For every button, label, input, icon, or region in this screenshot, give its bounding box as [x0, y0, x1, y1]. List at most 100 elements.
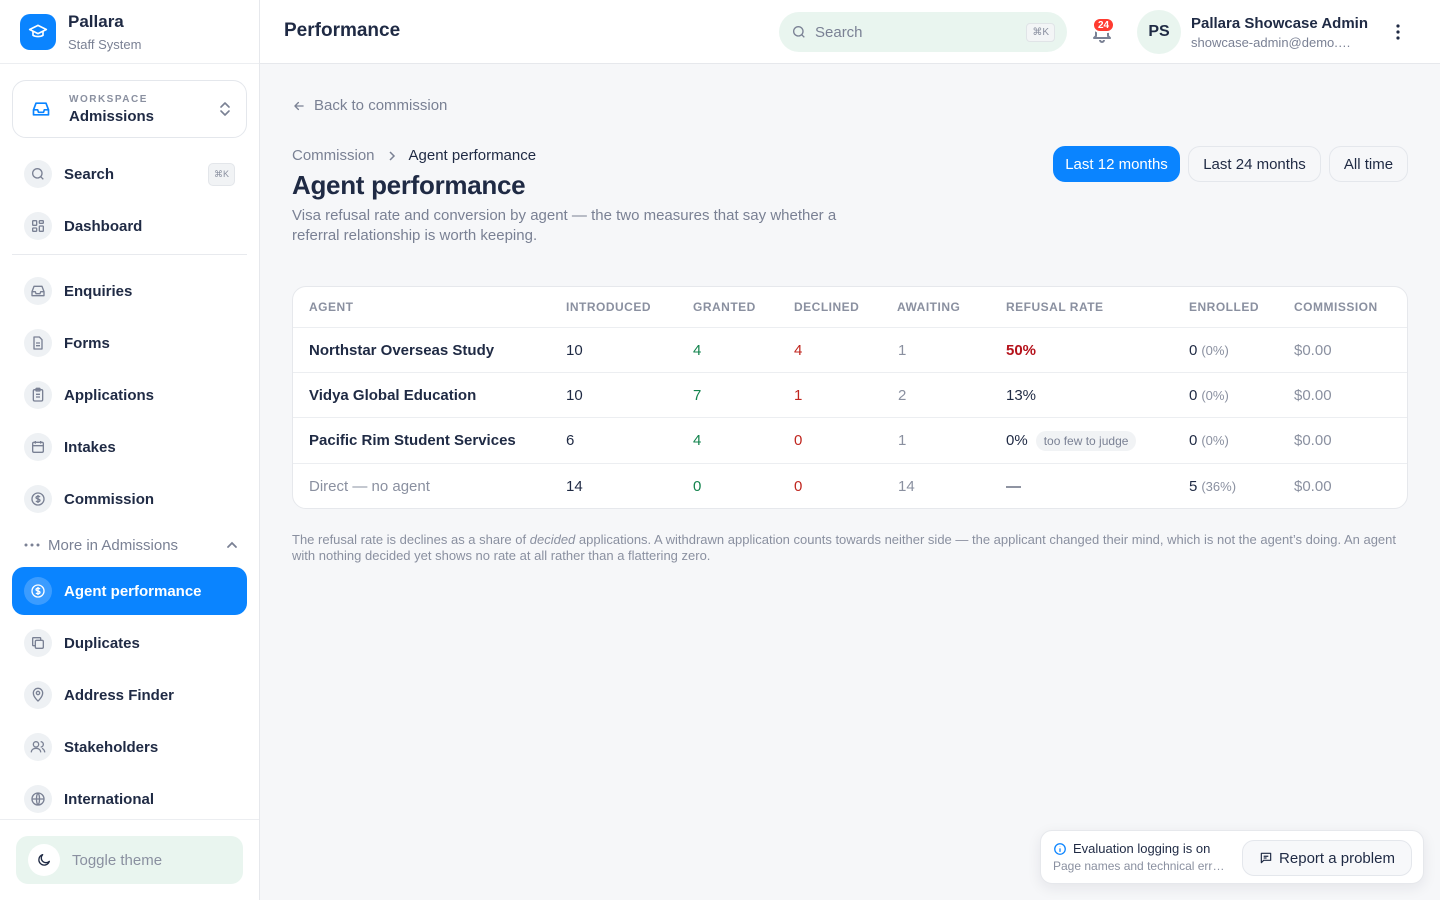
workspace-switcher[interactable]: WORKSPACE Admissions	[12, 80, 247, 138]
more-vertical-icon[interactable]	[1388, 22, 1408, 42]
enrolled-cell: 0 (0%)	[1189, 328, 1229, 372]
user-email: showcase-admin@demo.pallara.app	[1191, 35, 1351, 50]
column-header-introduced: INTRODUCED	[566, 300, 651, 314]
sidebar-divider	[0, 819, 259, 820]
more-in-admissions-label: More in Admissions	[48, 536, 179, 554]
enrolled-cell: 0 (0%)	[1189, 373, 1229, 417]
introduced-value: 10	[566, 341, 583, 359]
sidebar-item-international[interactable]: International	[12, 775, 247, 823]
search-shortcut: ⌘K	[1026, 22, 1055, 42]
avatar[interactable]: PS	[1137, 10, 1181, 54]
enrolled-percent: (0%)	[1201, 342, 1229, 358]
map-pin-icon	[24, 681, 52, 709]
notification-badge: 24	[1092, 17, 1116, 33]
commission-value: $0.00	[1294, 341, 1332, 359]
enrolled-value: 5	[1189, 478, 1198, 495]
enrolled-percent: (0%)	[1201, 387, 1229, 403]
footnote-emphasis: decided	[529, 532, 576, 547]
message-icon	[1260, 852, 1272, 864]
copy-icon	[24, 629, 52, 657]
awaiting-value: 2	[898, 386, 907, 404]
sidebar-item-stakeholders[interactable]: Stakeholders	[12, 723, 247, 771]
sidebar-item-label: Dashboard	[64, 217, 143, 235]
workspace-name: Admissions	[69, 107, 155, 125]
column-header-awaiting: AWAITING	[897, 300, 961, 314]
breadcrumb-commission[interactable]: Commission	[292, 147, 375, 164]
page-title: Performance	[284, 20, 401, 41]
table-row[interactable]: Direct — no agent 14 0 0 14 — 5 (36%) $0.…	[293, 464, 1407, 508]
sidebar-item-label: Commission	[64, 490, 155, 508]
chevron-right-icon	[388, 150, 395, 161]
sidebar-item-commission[interactable]: Commission	[12, 475, 247, 523]
dollar-icon	[24, 485, 52, 513]
sidebar: Pallara Staff System WORKSPACE Admission…	[0, 0, 260, 900]
toggle-theme-button[interactable]: Toggle theme	[16, 836, 243, 884]
sidebar-item-address-finder[interactable]: Address Finder	[12, 671, 247, 719]
granted-value: 4	[693, 432, 702, 449]
column-header-enrolled: ENROLLED	[1189, 300, 1259, 314]
back-to-commission-link[interactable]: Back to commission	[292, 97, 447, 114]
too-few-to-judge-tag: too few to judge	[1035, 430, 1137, 451]
enrolled-cell: 5 (36%)	[1189, 464, 1237, 508]
sidebar-item-forms[interactable]: Forms	[12, 319, 247, 367]
workspace-label: WORKSPACE	[69, 93, 148, 105]
sidebar-item-duplicates[interactable]: Duplicates	[12, 619, 247, 667]
introduced-value: 10	[566, 386, 583, 404]
arrow-left-icon	[294, 101, 304, 110]
awaiting-value: 1	[898, 341, 907, 359]
column-header-declined: DECLINED	[794, 300, 860, 314]
sidebar-item-dashboard[interactable]: Dashboard	[12, 202, 247, 250]
refusal-rate-cell: 0% too few to judge	[1006, 418, 1137, 463]
sidebar-item-label: International	[64, 790, 155, 808]
search-input[interactable]: Search ⌘K	[779, 12, 1067, 52]
range-last-24-months-button[interactable]: Last 24 months	[1188, 146, 1321, 182]
enrolled-percent: (36%)	[1201, 479, 1237, 494]
sidebar-item-label: Duplicates	[64, 634, 140, 652]
declined-value: 4	[794, 341, 803, 359]
sidebar-item-label: Enquiries	[64, 282, 133, 300]
introduced-value: 14	[566, 478, 583, 495]
back-link-label: Back to commission	[314, 97, 448, 114]
table-row[interactable]: Northstar Overseas Study 10 4 4 1 50% 0(…	[293, 328, 1407, 373]
inbox-icon	[24, 277, 52, 305]
awaiting-value: 1	[898, 432, 907, 449]
table-row[interactable]: Pacific Rim Student Services 6 4 0 1 0% t…	[293, 418, 1407, 464]
range-all-time-button[interactable]: All time	[1329, 146, 1408, 182]
file-icon	[24, 329, 52, 357]
clipboard-icon	[24, 381, 52, 409]
commission-value: $0.00	[1294, 478, 1332, 495]
search-shortcut: ⌘K	[207, 162, 235, 186]
sidebar-item-applications[interactable]: Applications	[12, 371, 247, 419]
graduation-cap-icon	[20, 13, 56, 50]
enrolled-value: 0	[1189, 432, 1198, 449]
breadcrumb-current: Agent performance	[408, 147, 537, 164]
range-last-12-months-button[interactable]: Last 12 months	[1053, 146, 1180, 182]
table-row[interactable]: Vidya Global Education 10 7 1 2 13% 0 (0%…	[293, 373, 1407, 418]
brand-subtitle: Staff System	[68, 36, 142, 52]
brand: Pallara Staff System	[0, 0, 259, 64]
user-name: Pallara Showcase Admin	[1191, 15, 1369, 32]
refusal-rate-value: 13%	[1006, 386, 1037, 404]
granted-value: 0	[693, 478, 702, 495]
sidebar-item-label: Forms	[64, 334, 110, 352]
sidebar-item-label: Applications	[64, 386, 155, 404]
report-button-label: Report a problem	[1279, 849, 1395, 867]
sidebar-search[interactable]: Search ⌘K	[12, 150, 247, 198]
sidebar-item-intakes[interactable]: Intakes	[12, 423, 247, 471]
sidebar-item-agent-performance[interactable]: Agent performance	[12, 567, 247, 615]
more-in-admissions-toggle[interactable]: More in Admissions	[24, 533, 239, 557]
commission-value: $0.00	[1294, 386, 1332, 404]
awaiting-value: 14	[898, 478, 915, 495]
refusal-rate-value: 0%	[1006, 432, 1028, 449]
sidebar-item-enquiries[interactable]: Enquiries	[12, 267, 247, 315]
report-a-problem-button[interactable]: Report a problem	[1242, 840, 1412, 876]
inbox-icon	[32, 102, 50, 116]
granted-value: 7	[693, 386, 702, 404]
sidebar-divider	[12, 254, 247, 255]
globe-icon	[24, 785, 52, 813]
dollar-icon	[24, 577, 52, 605]
refusal-rate-value: —	[1006, 478, 1021, 495]
sidebar-search-label: Search	[64, 165, 115, 183]
search-icon	[24, 160, 52, 188]
column-header-agent: AGENT	[309, 300, 354, 314]
